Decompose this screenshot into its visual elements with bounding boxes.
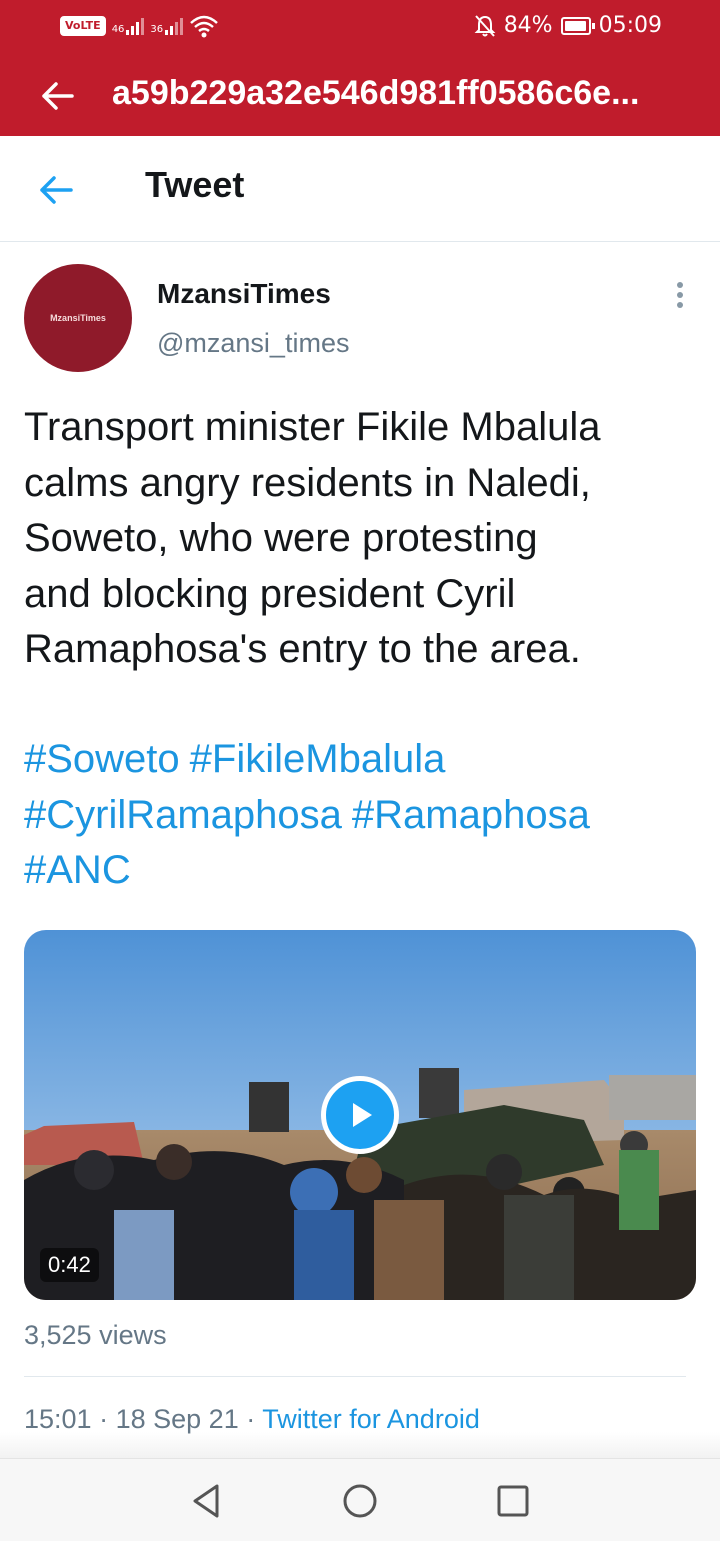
tweet-text-line: Ramaphosa's entry to the area. xyxy=(24,627,581,671)
hashtag-link[interactable]: #CyrilRamaphosa xyxy=(24,793,342,837)
video-duration: 0:42 xyxy=(40,1248,99,1282)
tweet-text-line: Transport minister Fikile Mbalula xyxy=(24,405,601,449)
nav-home-icon[interactable] xyxy=(340,1481,380,1521)
tweet-text-line: and blocking president Cyril xyxy=(24,571,516,616)
status-right: 84% 05:09 xyxy=(474,13,662,38)
page-title: Tweet xyxy=(145,164,245,205)
sim1-label: 46 xyxy=(111,24,125,35)
wifi-icon xyxy=(190,15,219,38)
page-url[interactable]: a59b229a32e546d981ff0586c6e... xyxy=(112,74,692,113)
hashtag-link[interactable]: #Ramaphosa xyxy=(352,793,590,837)
tweet-header: Tweet xyxy=(0,136,720,242)
video-thumbnail[interactable]: 0:42 xyxy=(24,930,696,1300)
more-options-icon[interactable] xyxy=(670,282,690,312)
signal-icon-2: 36 xyxy=(150,17,184,35)
divider xyxy=(24,1376,686,1377)
play-button-icon[interactable] xyxy=(321,1076,399,1154)
tweet-source-link[interactable]: Twitter for Android xyxy=(262,1404,480,1434)
volte-icon: VoLTE xyxy=(60,16,106,36)
tweet-back-arrow-icon[interactable] xyxy=(36,170,76,210)
sim2-label: 36 xyxy=(150,24,164,35)
hashtag-link[interactable]: #FikileMbalula xyxy=(190,737,446,781)
tweet-date: 18 Sep 21 xyxy=(115,1404,239,1434)
meta-separator: · xyxy=(246,1404,256,1434)
battery-icon xyxy=(560,16,595,35)
hashtag-link[interactable]: #ANC xyxy=(24,848,131,892)
author-display-name[interactable]: MzansiTimes xyxy=(157,278,331,310)
view-count: 3,525 views xyxy=(24,1320,167,1350)
mute-icon xyxy=(474,14,496,37)
browser-app-bar: a59b229a32e546d981ff0586c6e... xyxy=(0,56,720,136)
meta-separator: · xyxy=(99,1404,109,1434)
author-handle[interactable]: @mzansi_times xyxy=(157,328,349,359)
tweet-meta: 15:01 · 18 Sep 21 · Twitter for Android xyxy=(24,1404,480,1435)
tweet-text: Transport minister Fikile Mbalula calms … xyxy=(24,400,704,678)
avatar-logo-text: MzansiTimes xyxy=(50,313,106,323)
avatar[interactable]: MzansiTimes xyxy=(24,264,132,372)
status-time: 05:09 xyxy=(598,13,662,38)
tweet-text-line: Soweto, who were protesting xyxy=(24,516,538,560)
tweet-text-line: calms angry residents in Naledi, xyxy=(24,460,591,505)
hashtags: #Soweto #FikileMbalula #CyrilRamaphosa #Ra… xyxy=(24,732,704,899)
nav-back-icon[interactable] xyxy=(186,1481,226,1521)
signal-icon: 46 xyxy=(112,17,145,35)
tweet-time: 15:01 xyxy=(24,1404,92,1434)
status-bar: VoLTE 46 36 84% 05:09 xyxy=(0,0,720,56)
back-arrow-icon[interactable] xyxy=(38,76,78,116)
status-left: VoLTE 46 36 xyxy=(60,14,219,38)
battery-percent: 84% xyxy=(503,13,553,38)
system-nav-bar xyxy=(0,1458,720,1541)
nav-recents-icon[interactable] xyxy=(493,1481,533,1521)
scroll-fade xyxy=(0,1432,720,1458)
hashtag-link[interactable]: #Soweto xyxy=(24,737,180,781)
